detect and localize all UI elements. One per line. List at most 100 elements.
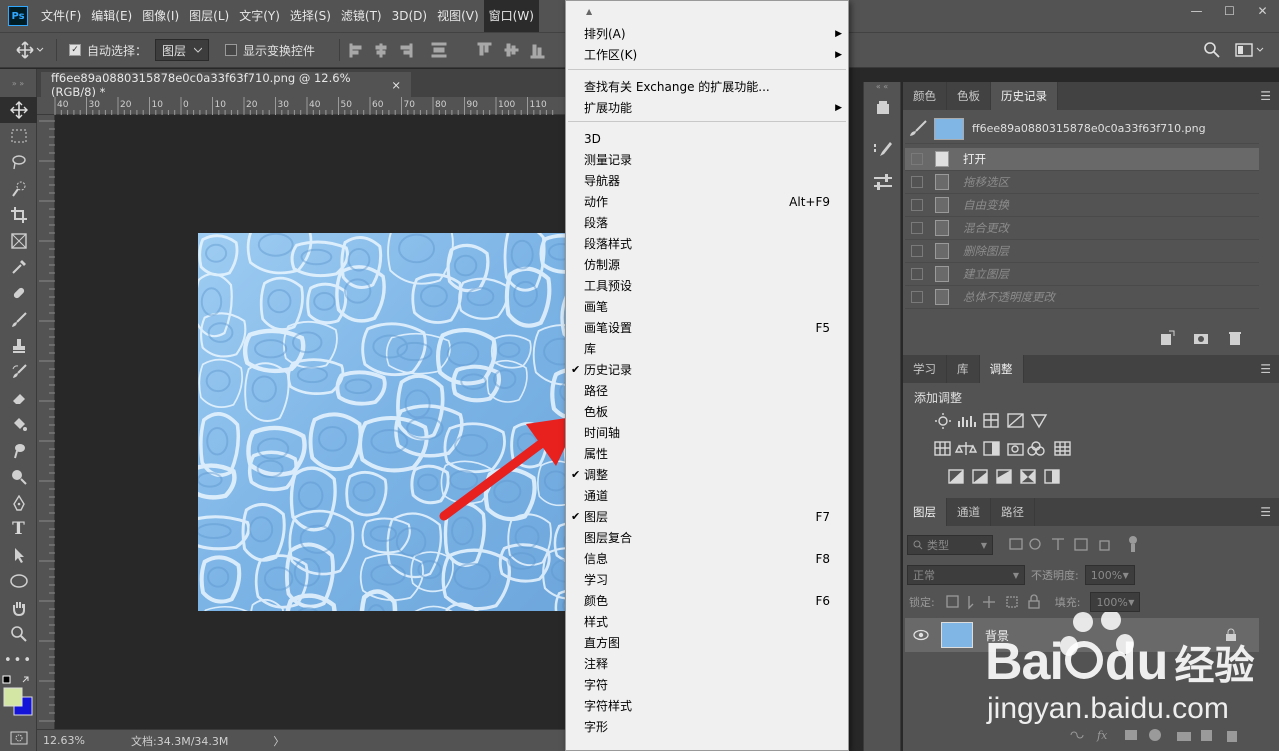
menu-item[interactable]: 仿制源 [566, 254, 848, 275]
path-select-tool[interactable] [0, 542, 37, 568]
eraser-tool[interactable] [0, 385, 37, 411]
close-button[interactable]: ✕ [1246, 0, 1279, 22]
tab-channels[interactable]: 通道 [947, 498, 991, 526]
hand-tool[interactable] [0, 595, 37, 621]
menu-item[interactable]: 扩展功能 ▶ [566, 97, 848, 118]
lasso-tool[interactable] [0, 149, 37, 175]
menu-item[interactable]: 字符样式 [566, 695, 848, 716]
menu-select[interactable]: 选择(S) [285, 0, 336, 32]
status-arrow-icon[interactable]: 〉 [273, 733, 284, 749]
menu-item[interactable]: 色板 [566, 401, 848, 422]
tab-adjustments[interactable]: 调整 [979, 355, 1024, 383]
menu-file[interactable]: 文件(F) [36, 0, 86, 32]
move-tool[interactable] [0, 97, 37, 124]
tab-color[interactable]: 颜色 [903, 82, 947, 110]
menu-item[interactable]: 属性 [566, 443, 848, 464]
menu-item[interactable]: 信息 F8 [566, 548, 848, 569]
history-step[interactable]: 建立图层 [905, 263, 1259, 286]
stamp-tool[interactable] [0, 333, 37, 359]
menu-item[interactable]: 字形 [566, 716, 848, 737]
menu-item[interactable]: 导航器 [566, 170, 848, 191]
blend-mode-select[interactable]: 正常 ▼ [907, 565, 1025, 585]
layer-filter-icons[interactable] [1007, 535, 1157, 555]
new-document-from-state-icon[interactable] [1159, 330, 1175, 346]
panel-menu-icon[interactable]: ☰ [1260, 362, 1271, 376]
more-tools[interactable]: ••• [0, 647, 37, 673]
tab-learn[interactable]: 学习 [903, 355, 947, 383]
history-step[interactable]: 拖移选区 [905, 171, 1259, 194]
menu-item[interactable]: 工具预设 [566, 275, 848, 296]
menu-item[interactable]: 注释 [566, 653, 848, 674]
menu-item[interactable]: 路径 [566, 380, 848, 401]
auto-select-dropdown[interactable]: 图层 [151, 32, 213, 68]
zoom-tool[interactable] [0, 621, 37, 647]
adjustment-icons[interactable] [933, 412, 1113, 488]
layer-filter-select[interactable]: 类型 ▼ [907, 535, 993, 555]
history-step[interactable]: 删除图层 [905, 240, 1259, 263]
menu-item[interactable]: 段落样式 [566, 233, 848, 254]
trash-icon[interactable] [1227, 330, 1243, 346]
menu-window[interactable]: 窗口(W) [483, 0, 539, 32]
ellipse-tool[interactable] [0, 568, 37, 594]
collapse-icon[interactable]: » » [0, 69, 36, 97]
menu-item[interactable]: 图层复合 [566, 527, 848, 548]
menu-item[interactable]: 直方图 [566, 632, 848, 653]
tab-paths[interactable]: 路径 [991, 498, 1035, 526]
workspace-icon[interactable] [1235, 41, 1265, 59]
menu-item[interactable]: 样式 [566, 611, 848, 632]
fill-input[interactable]: 100% ▼ [1090, 592, 1141, 612]
menu-filter[interactable]: 滤镜(T) [336, 0, 387, 32]
menu-image[interactable]: 图像(I) [137, 0, 184, 32]
close-tab-icon[interactable]: × [391, 78, 401, 92]
menu-item[interactable]: 段落 [566, 212, 848, 233]
dodge-tool[interactable] [0, 464, 37, 490]
search-icon[interactable] [1203, 41, 1221, 59]
color-swatches[interactable] [0, 673, 37, 733]
eyedropper-tool[interactable] [0, 254, 37, 280]
tab-swatches[interactable]: 色板 [947, 82, 991, 110]
document-tab[interactable]: ff6ee89a0880315878e0c0a33f63f710.png @ 1… [41, 71, 411, 99]
tab-history[interactable]: 历史记录 [991, 82, 1058, 110]
tab-libraries[interactable]: 库 [947, 355, 980, 383]
lock-icons[interactable] [945, 594, 1045, 610]
menu-item[interactable]: 动作 Alt+F9 [566, 191, 848, 212]
menu-item[interactable]: 颜色 F6 [566, 590, 848, 611]
brush-tool[interactable] [0, 307, 37, 333]
minimize-button[interactable]: — [1180, 0, 1213, 22]
menu-item[interactable]: 库 [566, 338, 848, 359]
history-step[interactable]: 混合更改 [905, 217, 1259, 240]
healing-tool[interactable] [0, 280, 37, 306]
crop-tool[interactable] [0, 202, 37, 228]
dock-icons[interactable] [864, 92, 902, 212]
history-brush-tool[interactable] [0, 359, 37, 385]
menu-edit[interactable]: 编辑(E) [86, 0, 137, 32]
marquee-tool[interactable] [0, 123, 37, 149]
panel-menu-icon[interactable]: ☰ [1260, 89, 1271, 103]
auto-select-toggle[interactable]: ✓ 自动选择： [65, 32, 151, 68]
panel-menu-icon[interactable]: ☰ [1260, 505, 1271, 519]
menu-view[interactable]: 视图(V) [432, 0, 484, 32]
paint-bucket-tool[interactable] [0, 411, 37, 437]
type-tool[interactable]: T [0, 516, 37, 542]
history-snapshot[interactable]: ff6ee89a0880315878e0c0a33f63f710.png [905, 114, 1259, 144]
menu-item[interactable]: 3D [566, 128, 848, 149]
align-distribute-icons[interactable] [348, 41, 568, 59]
menu-item[interactable]: 工作区(K) ▶ [566, 44, 848, 65]
auto-select-checkbox[interactable]: ✓ [69, 44, 81, 56]
menu-item[interactable]: ✔ 图层 F7 [566, 506, 848, 527]
maximize-button[interactable]: ☐ [1213, 0, 1246, 22]
quick-select-tool[interactable] [0, 176, 37, 202]
dock-collapse-icon[interactable]: « « [864, 82, 900, 92]
history-step[interactable]: 自由变换 [905, 194, 1259, 217]
frame-tool[interactable] [0, 228, 37, 254]
menu-item[interactable]: ✔ 历史记录 [566, 359, 848, 380]
menu-type[interactable]: 文字(Y) [234, 0, 285, 32]
menu-3d[interactable]: 3D(D) [387, 0, 432, 32]
history-step[interactable]: 总体不透明度更改 [905, 286, 1259, 309]
zoom-level[interactable]: 12.63% [43, 734, 113, 747]
eye-icon[interactable] [913, 629, 929, 641]
show-transform-checkbox[interactable] [225, 44, 238, 56]
menu-item[interactable]: 画笔 [566, 296, 848, 317]
menu-item[interactable]: ✔ 调整 [566, 464, 848, 485]
quick-mask-button[interactable] [10, 731, 28, 748]
